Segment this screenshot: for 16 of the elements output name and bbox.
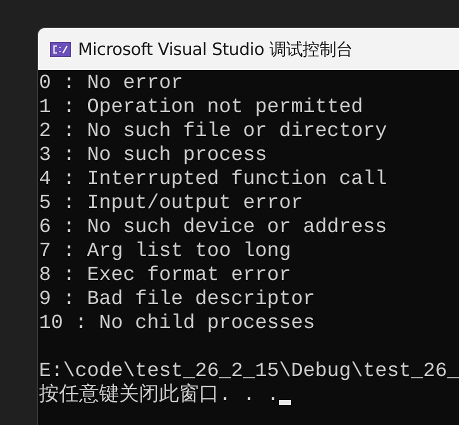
output-line: 4 : Interrupted function call (39, 168, 388, 192)
output-line: 10 : No child processes (39, 312, 316, 336)
output-line: 3 : No such process (39, 144, 268, 168)
cursor-icon (279, 400, 292, 405)
output-line: 5 : Input/output error (39, 192, 304, 216)
output-line: 7 : Arg list too long (39, 240, 292, 264)
output-line: 9 : Bad file descriptor (39, 288, 316, 312)
output-line: 0 : No error (39, 72, 184, 96)
output-line: 6 : No such device or address (39, 216, 388, 240)
output-line: E:\code\test_26_2_15\Debug\test_26_ (39, 360, 459, 383)
output-line: 2 : No such file or directory (39, 120, 388, 144)
output-line: 按任意键关闭此窗口. . . (39, 384, 280, 408)
console-icon (50, 42, 71, 56)
output-line: 1 : Operation not permitted (39, 96, 364, 120)
output-line: 8 : Exec format error (39, 264, 292, 288)
window-title: Microsoft Visual Studio 调试控制台 (78, 38, 353, 60)
